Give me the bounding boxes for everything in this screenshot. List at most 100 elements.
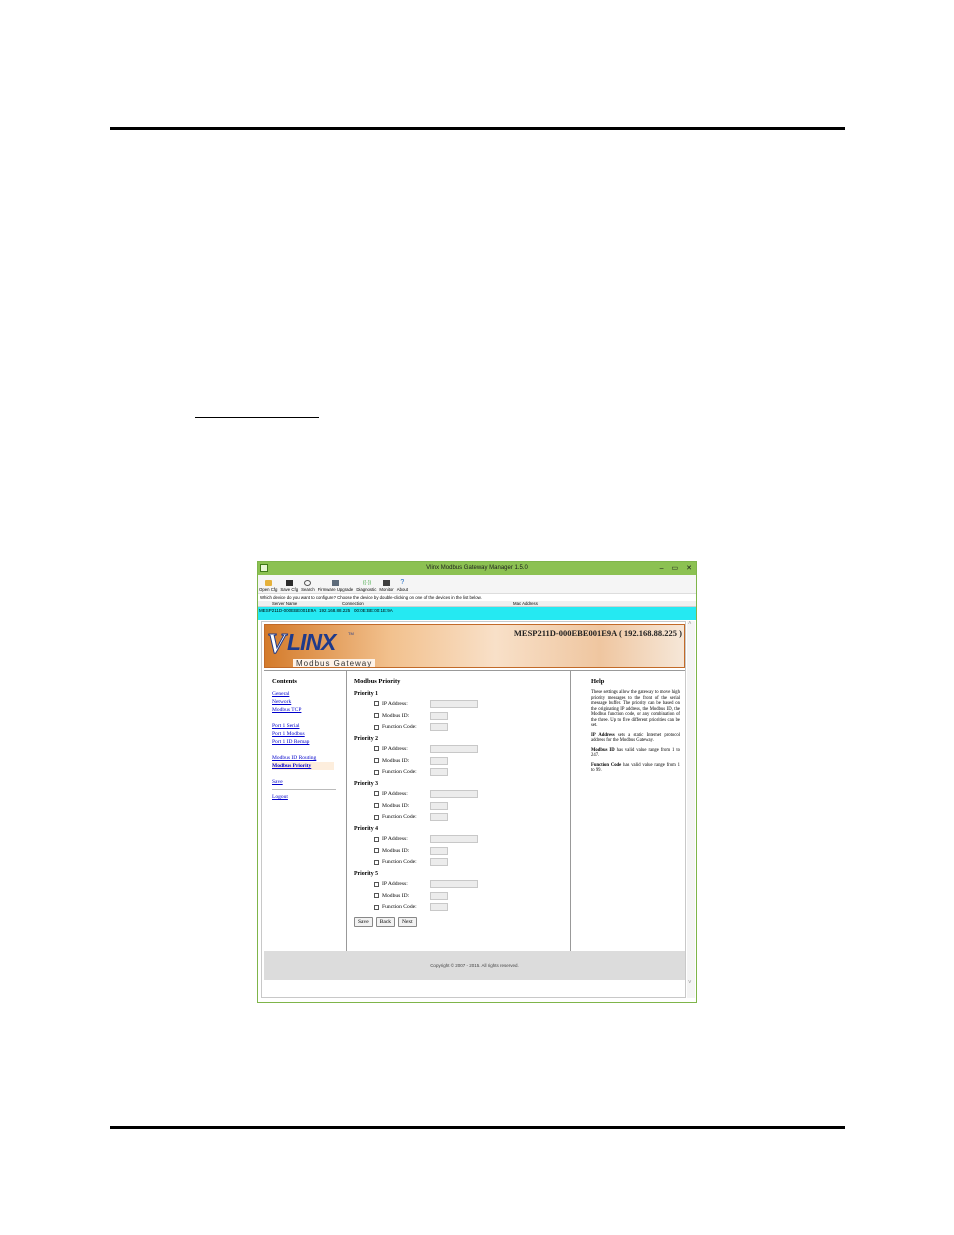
title-bar: Vlinx Modbus Gateway Manager 1.5.0 – ▭ ✕ (258, 562, 696, 575)
priority-row: Function Code: (354, 857, 570, 869)
nav-general[interactable]: General (272, 690, 346, 698)
function-code-field-checkbox[interactable] (374, 859, 379, 865)
floppy-icon (285, 580, 293, 586)
priority-row: IP Address: (354, 698, 570, 710)
function-code-field-checkbox[interactable] (374, 904, 379, 910)
footer: Copyright © 2007 - 2015. All rights rese… (264, 951, 685, 980)
back-button[interactable]: Back (375, 917, 396, 928)
ip-address-field-input[interactable] (430, 789, 478, 798)
ip-address-field-input[interactable] (430, 699, 478, 708)
priority-row: IP Address: (354, 878, 570, 890)
search-icon (304, 580, 312, 586)
help-intro: These settings allow the gateway to move… (591, 690, 680, 728)
close-button[interactable]: ✕ (686, 562, 692, 575)
priority-form: Modbus Priority Priority 1 IP Address: Mod… (348, 671, 571, 951)
modbus-id-field-checkbox[interactable] (374, 893, 379, 899)
ip-address-field-label: IP Address: (382, 836, 408, 843)
modbus-id-field-checkbox[interactable] (374, 803, 379, 809)
priority-row: Function Code: (354, 812, 570, 824)
ip-address-field-checkbox[interactable] (374, 701, 379, 707)
function-code-field-input[interactable] (430, 858, 448, 867)
ip-address-field-checkbox[interactable] (374, 791, 379, 797)
modbus-id-field-checkbox[interactable] (374, 713, 379, 719)
ip-address-field-label: IP Address: (382, 745, 408, 752)
col-server-name[interactable]: Server Name (258, 601, 328, 606)
function-code-field-input[interactable] (430, 768, 448, 777)
device-list-empty (258, 614, 696, 620)
diagnostic-button[interactable]: ((·)) Diagnostic (356, 580, 376, 593)
modbus-id-field-input[interactable] (430, 846, 448, 855)
priority-row: IP Address: (354, 743, 570, 755)
scrollbar[interactable]: ˄ ˅ (687, 621, 695, 998)
app-window: Vlinx Modbus Gateway Manager 1.5.0 – ▭ ✕… (257, 561, 697, 1003)
function-code-field-checkbox[interactable] (374, 814, 379, 820)
function-code-field-input[interactable] (430, 813, 448, 822)
signal-icon: ((·)) (362, 580, 372, 586)
monitor-button[interactable]: Monitor (379, 580, 394, 593)
toolbar: Open Cfg Save Cfg Search Firmware Upgrad… (258, 575, 696, 594)
nav-port1-serial[interactable]: Port 1 Serial (272, 722, 346, 730)
modbus-id-field-label: Modbus ID: (382, 757, 410, 764)
nav-modbus-id-routing[interactable]: Modbus ID Routing (272, 754, 346, 762)
help-panel: Help These settings allow the gateway to… (572, 671, 685, 951)
scroll-up-icon[interactable]: ˄ (688, 621, 692, 627)
function-code-field-input[interactable] (430, 723, 448, 732)
modbus-id-field-input[interactable] (430, 756, 448, 765)
ip-address-field-input[interactable] (430, 880, 478, 889)
ip-address-field-input[interactable] (430, 835, 478, 844)
top-rule (110, 127, 845, 130)
priority-title: Priority 1 (354, 691, 378, 697)
priority-row: Modbus ID: (354, 890, 570, 902)
ip-address-field-checkbox[interactable] (374, 836, 379, 842)
function-code-field-label: Function Code: (382, 814, 417, 821)
modbus-id-field-checkbox[interactable] (374, 848, 379, 854)
vlinx-banner: V LINX TM Modbus Gateway MESP211D-000EBE… (264, 624, 685, 668)
minimize-button[interactable]: – (660, 562, 664, 575)
nav-save[interactable]: Save (272, 778, 346, 786)
nav-modbus-tcp[interactable]: Modbus TCP (272, 706, 346, 714)
about-button[interactable]: ? About (397, 579, 408, 593)
scroll-down-icon[interactable]: ˅ (688, 980, 692, 986)
priority-row: Modbus ID: (354, 755, 570, 767)
folder-icon (264, 580, 272, 586)
priority-title: Priority 4 (354, 826, 378, 833)
modbus-id-field-checkbox[interactable] (374, 758, 379, 764)
ip-address-field-label: IP Address: (382, 881, 408, 888)
open-cfg-button[interactable]: Open Cfg (259, 580, 277, 593)
priority-row: Modbus ID: (354, 800, 570, 812)
monitor-icon (383, 580, 391, 586)
function-code-field-input[interactable] (430, 903, 448, 912)
nav-port1-id-remap[interactable]: Port 1 ID Remap (272, 738, 346, 746)
col-connection[interactable]: Connection (328, 601, 513, 606)
function-code-field-checkbox[interactable] (374, 769, 379, 775)
save-button[interactable]: Save (354, 917, 373, 928)
modbus-id-field-input[interactable] (430, 891, 448, 900)
firmware-upgrade-button[interactable]: Firmware Upgrade (318, 580, 353, 593)
help-modbus-id: Modbus ID has valid value range from 1 t… (591, 747, 680, 759)
maximize-button[interactable]: ▭ (672, 562, 679, 575)
save-cfg-button[interactable]: Save Cfg (280, 580, 298, 593)
modbus-id-field-input[interactable] (430, 711, 448, 720)
device-row[interactable]: MESP211D-000EBE001E9A 192.168.88.225 00:… (258, 607, 696, 614)
nav-port1-modbus[interactable]: Port 1 Modbus (272, 730, 346, 738)
search-button[interactable]: Search (301, 580, 315, 593)
nav-modbus-priority[interactable]: Modbus Priority (272, 762, 334, 770)
col-mac-address[interactable]: Mac Address (513, 601, 538, 606)
window-title: Vlinx Modbus Gateway Manager 1.5.0 (426, 565, 528, 571)
function-code-field-label: Function Code: (382, 904, 417, 911)
modbus-id-field-input[interactable] (430, 801, 448, 810)
function-code-field-checkbox[interactable] (374, 724, 379, 730)
contents-nav: Contents General Network Modbus TCP Port… (264, 671, 347, 951)
web-view: V LINX TM Modbus Gateway MESP211D-000EBE… (261, 621, 686, 998)
device-id: MESP211D-000EBE001E9A ( 192.168.88.225 ) (513, 628, 682, 638)
ip-address-field-label: IP Address: (382, 790, 408, 797)
nav-network[interactable]: Network (272, 698, 346, 706)
underline-stub (195, 417, 319, 418)
nav-logout[interactable]: Logout (272, 793, 346, 801)
next-button[interactable]: Next (398, 917, 417, 928)
logo-linx: LINX (287, 629, 336, 655)
ip-address-field-input[interactable] (430, 744, 478, 753)
contents-heading: Contents (272, 678, 297, 685)
ip-address-field-checkbox[interactable] (374, 746, 379, 752)
ip-address-field-checkbox[interactable] (374, 881, 379, 887)
